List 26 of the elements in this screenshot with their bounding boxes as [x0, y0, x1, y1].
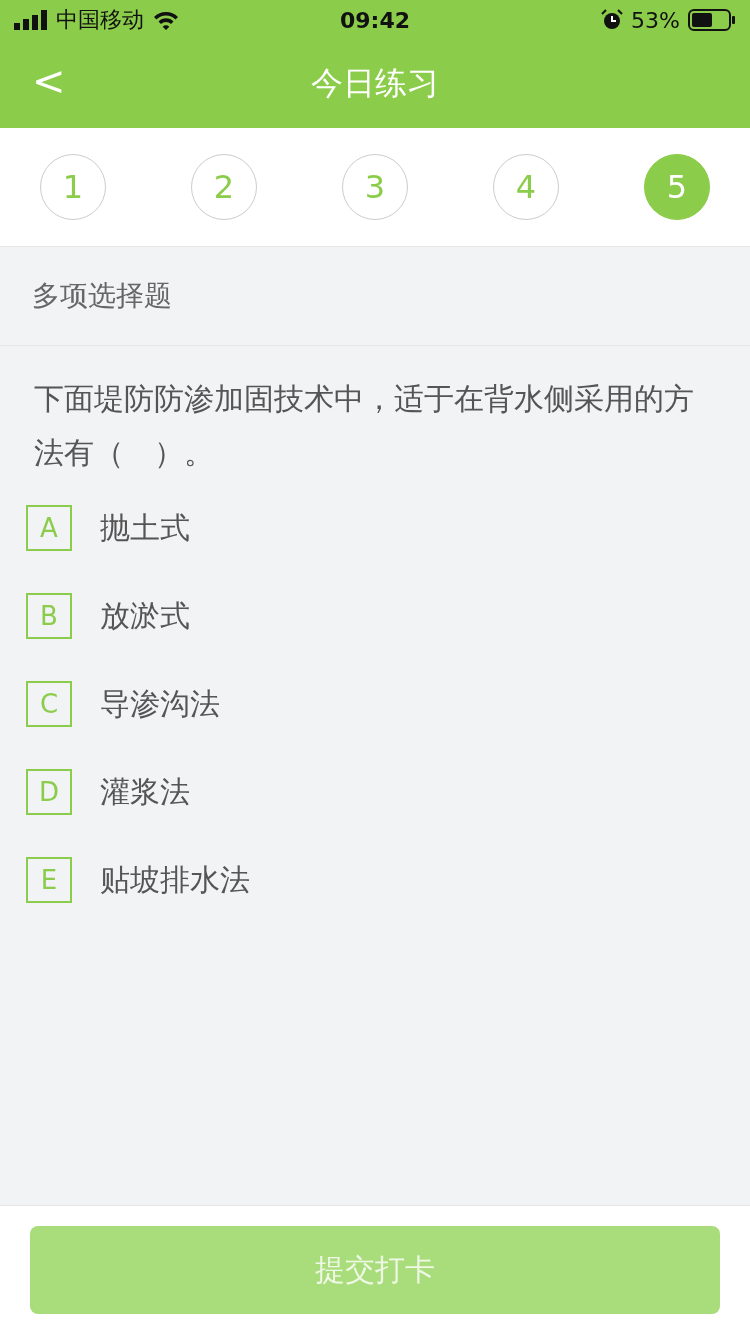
- option-checkbox[interactable]: C: [26, 681, 72, 727]
- option-label[interactable]: 贴坡排水法: [100, 859, 250, 901]
- question-number-tab[interactable]: 3: [342, 154, 408, 220]
- option-label[interactable]: 抛土式: [100, 507, 190, 549]
- clock-time: 09:42: [340, 7, 410, 33]
- carrier-name: 中国移动: [56, 6, 144, 34]
- question-number-tab[interactable]: 1: [40, 154, 106, 220]
- wifi-icon: [152, 10, 180, 30]
- question-type: 多项选择题: [32, 278, 172, 314]
- question-number-tab[interactable]: 4: [493, 154, 559, 220]
- signal-icon: [14, 10, 48, 30]
- alarm-icon: [601, 9, 624, 31]
- page-title: 今日练习: [311, 63, 439, 104]
- option-label[interactable]: 放淤式: [100, 595, 190, 637]
- option-checkbox[interactable]: E: [26, 857, 72, 903]
- question-number-tab[interactable]: 2: [191, 154, 257, 220]
- battery-percent: 53%: [631, 7, 680, 33]
- option-checkbox[interactable]: D: [26, 769, 72, 815]
- question-text: 下面堤防防渗加固技术中，适于在背水侧采用的方法有（ ）。: [33, 380, 695, 472]
- back-button[interactable]: <: [26, 58, 72, 104]
- option-label[interactable]: 灌浆法: [100, 771, 190, 813]
- option-checkbox[interactable]: B: [26, 593, 72, 639]
- battery-icon: [688, 9, 736, 31]
- question-number-tab[interactable]: 5: [644, 154, 710, 220]
- option-label[interactable]: 导渗沟法: [100, 683, 220, 725]
- option-checkbox[interactable]: A: [26, 505, 72, 551]
